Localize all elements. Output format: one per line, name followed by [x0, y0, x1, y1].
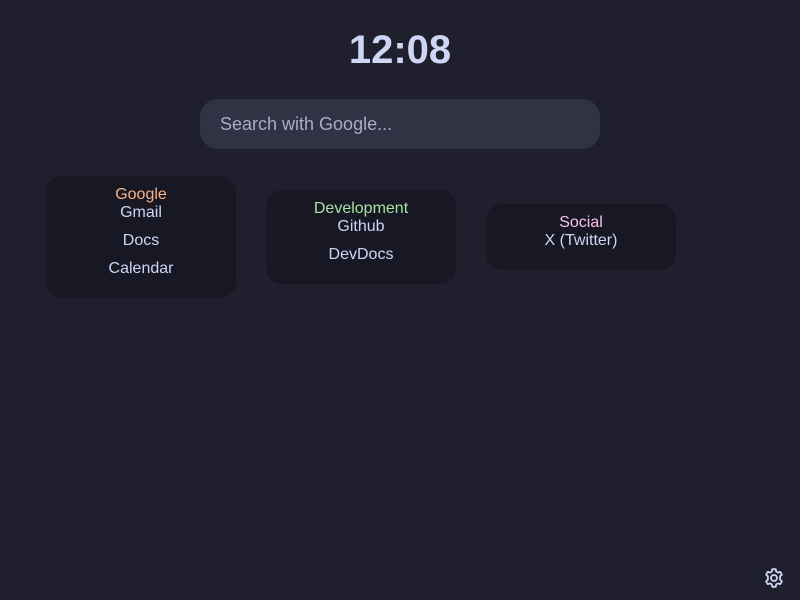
link-group-google: Google Gmail Docs Calendar	[46, 176, 236, 298]
link-devdocs[interactable]: DevDocs	[329, 245, 394, 264]
clock: 12:08	[348, 28, 452, 72]
link-calendar[interactable]: Calendar	[109, 259, 174, 278]
search-input[interactable]	[200, 99, 600, 149]
link-github[interactable]: Github	[337, 217, 384, 236]
link-list: Github DevDocs	[266, 217, 456, 273]
gear-icon	[765, 568, 783, 588]
link-list: Gmail Docs Calendar	[46, 203, 236, 287]
group-title: Development	[313, 200, 409, 217]
link-group-social: Social X (Twitter)	[486, 204, 676, 270]
group-title: Social	[559, 214, 603, 231]
link-docs[interactable]: Docs	[123, 231, 159, 250]
link-list: X (Twitter)	[486, 231, 676, 259]
link-x-twitter[interactable]: X (Twitter)	[545, 231, 618, 250]
new-tab-page: 12:08 Google Gmail Docs Calendar Develop…	[0, 0, 800, 600]
link-group-development: Development Github DevDocs	[266, 190, 456, 284]
group-title: Google	[115, 186, 167, 203]
link-gmail[interactable]: Gmail	[120, 203, 162, 222]
settings-button[interactable]	[762, 566, 786, 590]
